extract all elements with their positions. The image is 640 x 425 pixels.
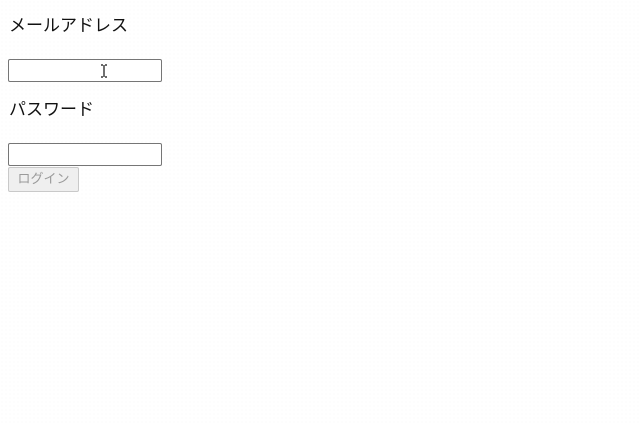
login-page: メールアドレス パスワード ログイン (0, 0, 640, 425)
password-field[interactable] (8, 143, 162, 166)
login-button[interactable]: ログイン (8, 167, 79, 192)
email-label: メールアドレス (9, 16, 128, 36)
password-label: パスワード (9, 100, 94, 120)
email-field[interactable] (8, 59, 162, 82)
